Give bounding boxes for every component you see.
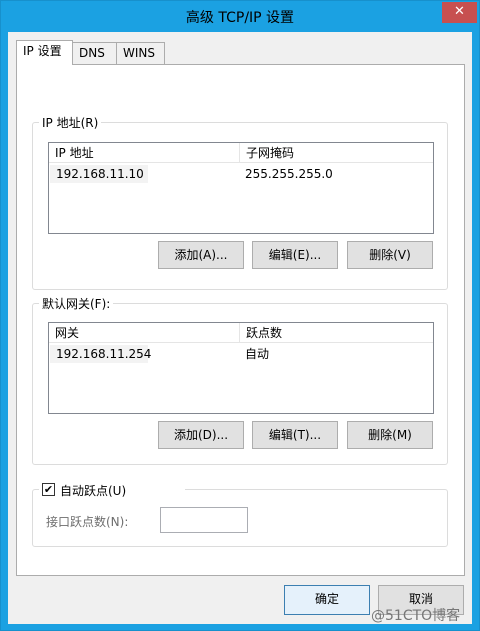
interface-metric-label: 接口跃点数(N): [46,515,129,529]
ip-list-header: IP 地址 子网掩码 [49,143,433,163]
ip-row-ip-cell[interactable]: 192.168.11.10 [50,165,148,183]
close-icon: ✕ [454,4,465,19]
checkmark-icon: ✔ [43,483,54,496]
tab-dns[interactable]: DNS [72,42,117,64]
tab-wins[interactable]: WINS [116,42,165,64]
ip-address-group-label: IP 地址(R) [39,114,102,131]
auto-metric-header: ✔ 自动跃点(U) [39,480,185,500]
dialog-client-area: IP 设置 DNS WINS IP 地址(R) IP 地址 子网掩码 192.1… [8,32,472,624]
column-header-ip[interactable]: IP 地址 [49,143,239,163]
auto-metric-checkbox[interactable]: ✔ [42,483,55,496]
column-header-mask[interactable]: 子网掩码 [239,143,429,163]
watermark: @51CTO博客 [371,608,461,624]
title-bar[interactable]: 高级 TCP/IP 设置 ✕ [1,1,479,32]
ip-settings-page: IP 地址(R) IP 地址 子网掩码 192.168.11.10 255.25… [16,64,465,576]
edit-gateway-button[interactable]: 编辑(T)... [252,421,338,449]
add-gateway-button[interactable]: 添加(D)... [158,421,244,449]
gateway-list-header: 网关 跃点数 [49,323,433,343]
interface-metric-input[interactable] [160,507,248,533]
edit-ip-button[interactable]: 编辑(E)... [252,241,338,269]
column-header-gateway[interactable]: 网关 [49,323,239,343]
ip-row-mask-cell[interactable]: 255.255.255.0 [239,165,389,183]
close-button[interactable]: ✕ [442,2,477,23]
window-title: 高级 TCP/IP 设置 [185,10,295,26]
gateway-list[interactable]: 网关 跃点数 192.168.11.254 自动 [48,322,434,414]
gateway-row-metric-cell[interactable]: 自动 [239,345,339,363]
delete-ip-button[interactable]: 删除(V) [347,241,433,269]
gateway-row-gateway-cell[interactable]: 192.168.11.254 [50,345,151,363]
dialog-window: 高级 TCP/IP 设置 ✕ IP 设置 DNS WINS IP 地址(R) I… [0,0,480,631]
auto-metric-label[interactable]: 自动跃点(U) [60,482,126,499]
column-header-metric[interactable]: 跃点数 [239,323,429,343]
delete-gateway-button[interactable]: 删除(M) [347,421,433,449]
ok-button[interactable]: 确定 [284,585,370,615]
tab-ip-settings[interactable]: IP 设置 [16,40,73,65]
ip-address-list[interactable]: IP 地址 子网掩码 192.168.11.10 255.255.255.0 [48,142,434,234]
gateway-group-label: 默认网关(F): [39,295,114,312]
add-ip-button[interactable]: 添加(A)... [158,241,244,269]
